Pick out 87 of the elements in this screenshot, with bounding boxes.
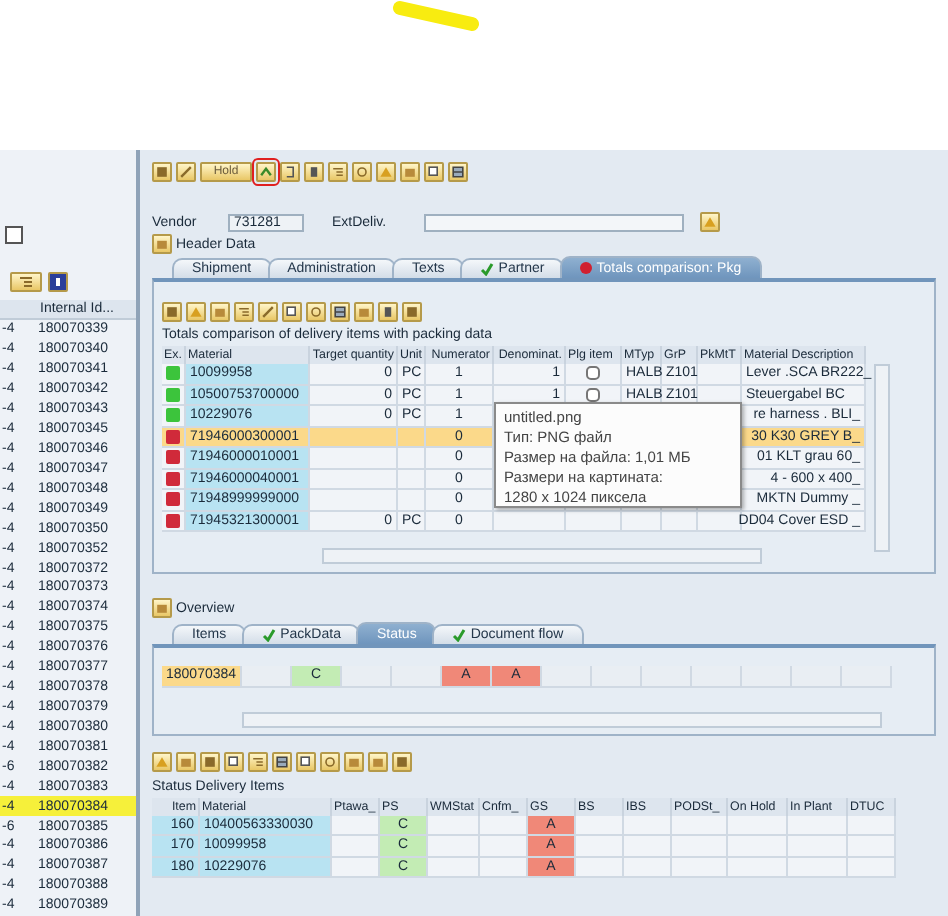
horizontal-scrollbar[interactable]	[322, 548, 762, 564]
display-icon[interactable]	[162, 302, 182, 322]
table-cell	[622, 511, 662, 532]
table-cell	[398, 427, 426, 448]
table-cell	[788, 857, 848, 878]
table-cell	[310, 469, 398, 490]
info-icon[interactable]	[48, 272, 68, 292]
table-cell	[310, 490, 398, 511]
warning-icon[interactable]	[186, 302, 206, 322]
plg-item-checkbox[interactable]	[586, 387, 600, 402]
table-cell	[428, 836, 480, 857]
table-cell	[428, 815, 480, 836]
table-cell	[480, 836, 528, 857]
table-cell	[480, 815, 528, 836]
horizontal-scrollbar[interactable]	[242, 711, 882, 727]
table-cell	[494, 511, 566, 532]
table-cell	[576, 836, 624, 857]
table-cell	[576, 815, 624, 836]
folder-icon[interactable]	[152, 598, 172, 618]
table-cell	[788, 836, 848, 857]
copy-icon[interactable]	[296, 751, 316, 771]
copy-icon[interactable]	[282, 302, 302, 322]
error-icon	[580, 262, 593, 274]
display-icon[interactable]	[200, 751, 220, 771]
layout-icon[interactable]	[10, 272, 42, 292]
check-icon	[480, 262, 495, 276]
table-cell	[672, 857, 728, 878]
folder-icon[interactable]	[152, 234, 172, 254]
table-cell	[566, 511, 622, 532]
display-icon[interactable]	[152, 162, 172, 182]
highlighter-stroke-drawing	[392, 0, 484, 32]
table-cell	[672, 836, 728, 857]
list-icon[interactable]	[248, 751, 268, 771]
table-cell	[728, 836, 788, 857]
copy-icon[interactable]	[224, 751, 244, 771]
table-cell	[624, 857, 672, 878]
box-icon[interactable]	[368, 751, 388, 771]
table-cell	[662, 511, 698, 532]
table-cell	[398, 490, 426, 511]
ext-deliv-field[interactable]	[424, 213, 684, 231]
table-cell	[698, 511, 742, 532]
warning-icon[interactable]	[152, 751, 172, 771]
table-cell	[848, 815, 896, 836]
box-icon[interactable]	[210, 302, 230, 322]
table-cell	[728, 815, 788, 836]
vertical-scrollbar[interactable]	[874, 364, 890, 552]
layout-icon[interactable]	[272, 751, 292, 771]
box-icon[interactable]	[344, 751, 364, 771]
table-cell	[398, 448, 426, 469]
warning-icon[interactable]	[376, 162, 396, 182]
table-cell	[848, 836, 896, 857]
warning-icon[interactable]	[700, 212, 720, 232]
table-cell	[672, 815, 728, 836]
display-icon[interactable]	[402, 302, 422, 322]
table-cell	[624, 836, 672, 857]
circle-icon[interactable]	[306, 302, 326, 322]
table-cell	[398, 469, 426, 490]
circle-icon[interactable]	[320, 751, 340, 771]
table-cell	[698, 364, 742, 385]
table-cell	[428, 857, 480, 878]
table-cell	[624, 815, 672, 836]
table-cell	[480, 857, 528, 878]
check-icon	[452, 628, 467, 642]
table-cell	[848, 857, 896, 878]
layout-icon[interactable]	[330, 302, 350, 322]
table-cell	[332, 857, 380, 878]
layout-icon[interactable]	[448, 162, 468, 182]
table-cell	[310, 427, 398, 448]
pencil-icon[interactable]	[258, 302, 278, 322]
display-icon[interactable]	[392, 751, 412, 771]
pencil-icon[interactable]	[176, 162, 196, 182]
table-cell	[728, 857, 788, 878]
check-icon	[262, 628, 277, 642]
box-icon[interactable]	[176, 751, 196, 771]
trash-icon[interactable]	[378, 302, 398, 322]
plg-item-checkbox[interactable]	[586, 366, 600, 381]
circle-icon[interactable]	[352, 162, 372, 182]
table-cell	[332, 836, 380, 857]
table-cell	[576, 857, 624, 878]
copy-icon[interactable]	[424, 162, 444, 182]
table-cell	[310, 448, 398, 469]
table-cell	[788, 815, 848, 836]
trash-icon[interactable]	[304, 162, 324, 182]
table-cell	[332, 815, 380, 836]
document-icon	[4, 226, 24, 244]
list-icon[interactable]	[328, 162, 348, 182]
list-icon[interactable]	[234, 302, 254, 322]
